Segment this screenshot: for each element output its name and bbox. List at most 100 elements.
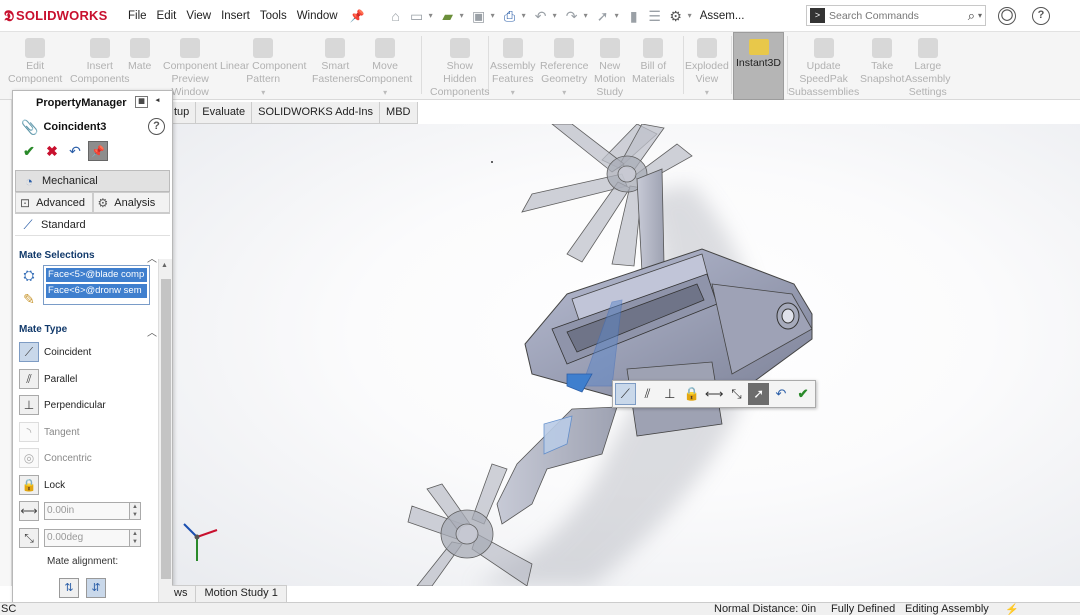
tab-advanced-mates[interactable]: ⊡ Advanced	[15, 192, 93, 213]
aligned-icon[interactable]: ⇅	[59, 578, 79, 598]
ribbon-linear-component-pattern-button[interactable]: Linear Component Pattern ▾	[220, 34, 306, 99]
selection-item[interactable]: Face<5>@blade comp	[46, 268, 147, 282]
chevron-down-icon[interactable]: ▾	[553, 11, 557, 20]
chevron-down-icon[interactable]: ▾	[978, 11, 982, 20]
mate-tangent-button[interactable]: ◝ Tangent	[19, 421, 159, 443]
select-arrow-icon[interactable]: ➚	[594, 7, 612, 25]
tab-mechanical-mates[interactable]: ◔ Mechanical	[15, 170, 170, 192]
ribbon-take-snapshot-button[interactable]: Take Snapshot	[860, 34, 904, 86]
spin-arrows-icon[interactable]: ▲ ▼	[129, 502, 141, 520]
instant3d-button[interactable]: Instant3D	[733, 32, 784, 100]
chevron-down-icon[interactable]: ▾	[540, 86, 588, 99]
help-icon[interactable]: ?	[148, 118, 165, 135]
menu-file[interactable]: File	[128, 10, 147, 22]
ribbon-edit-component-button[interactable]: Edit Component	[8, 34, 62, 86]
pm-scrollbar[interactable]: ▲	[158, 259, 172, 614]
ok-check-button[interactable]: ✔	[19, 141, 39, 161]
drone-assembly-model[interactable]	[172, 124, 1080, 586]
save-icon[interactable]: ▣	[470, 7, 488, 25]
ribbon-bill-of-materials-button[interactable]: Bill of Materials	[632, 34, 675, 86]
popup-distance-icon[interactable]: ⟷	[704, 383, 725, 405]
menu-tools[interactable]: Tools	[260, 10, 287, 22]
open-folder-icon[interactable]: ▰	[439, 7, 457, 25]
tab-motion-study-1[interactable]: Motion Study 1	[196, 586, 287, 602]
tab-standard-mates[interactable]: ⟋ Standard	[15, 214, 170, 236]
chevron-down-icon[interactable]: ▾	[358, 86, 412, 99]
ribbon-mate-button[interactable]: Mate	[128, 34, 151, 73]
rebuild-icon[interactable]: ▮	[625, 7, 643, 25]
menu-insert[interactable]: Insert	[221, 10, 250, 22]
chevron-down-icon[interactable]: ▾	[688, 11, 692, 20]
ribbon-show-hidden-button[interactable]: Show Hidden Components	[430, 34, 490, 99]
undo-button[interactable]: ↶	[65, 141, 85, 161]
menu-edit[interactable]: Edit	[157, 10, 177, 22]
tab-mbd[interactable]: MBD	[380, 102, 418, 124]
chevron-down-icon[interactable]: ▾	[584, 11, 588, 20]
cancel-x-button[interactable]: ✖	[42, 141, 62, 161]
redo-icon[interactable]: ↷	[563, 7, 581, 25]
pin-menu-icon[interactable]: 📌	[350, 9, 365, 23]
search-commands-box[interactable]: > Search Commands ⌕ ▾	[806, 5, 986, 26]
mate-parallel-button[interactable]: ⫽ Parallel	[19, 368, 159, 390]
print-icon[interactable]: ⎙	[501, 7, 519, 25]
help-icon[interactable]: ?	[1032, 7, 1050, 25]
scroll-up-icon[interactable]: ▲	[161, 262, 168, 269]
undo-icon[interactable]: ↶	[532, 7, 550, 25]
mate-concentric-button[interactable]: ◎ Concentric	[19, 447, 159, 469]
rebuild-status-icon[interactable]: ⚡	[1005, 603, 1019, 615]
distance-icon[interactable]: ⟷	[19, 501, 39, 521]
pm-tile-icon[interactable]: ▦	[135, 96, 148, 108]
chevron-down-icon[interactable]: ▾	[460, 11, 464, 20]
mate-selections-header[interactable]: Mate Selections ︿	[19, 250, 157, 265]
search-input[interactable]: Search Commands	[829, 10, 968, 22]
chevron-down-icon[interactable]: ▾	[615, 11, 619, 20]
popup-undo-icon[interactable]: ↶	[771, 383, 792, 405]
solidworks-logo[interactable]: 𝕯 SOLIDWORKS	[4, 7, 128, 25]
graphics-area[interactable]: ⌕ ⌕ ◢ ▥ A ⬚ ◆ ▾ ◉ ● ◕ ▾ ▭ ▾	[172, 124, 1080, 586]
pm-arrow-icon[interactable]: ◂	[151, 96, 164, 108]
anti-aligned-icon[interactable]: ⇵	[86, 578, 106, 598]
popup-perpendicular-icon[interactable]: ⊥	[659, 383, 680, 405]
mate-type-header[interactable]: Mate Type ︿	[19, 324, 157, 339]
ribbon-new-motion-button[interactable]: New Motion Study	[594, 34, 626, 99]
angle-icon[interactable]: ⤡	[19, 528, 39, 548]
options-gear-icon[interactable]: ⚙	[667, 7, 685, 25]
keep-visible-pushpin-button[interactable]: 📌	[88, 141, 108, 161]
ribbon-exploded-view-button[interactable]: Exploded View ▾	[685, 34, 729, 99]
collapse-chevron-icon[interactable]: ︿	[147, 250, 157, 265]
mate-coincident-button[interactable]: ⟋ Coincident	[19, 341, 159, 363]
chevron-down-icon[interactable]: ▾	[491, 11, 495, 20]
chevron-down-icon[interactable]: ▾	[220, 86, 306, 99]
tab-analysis[interactable]: ⚙ Analysis	[92, 192, 170, 213]
ribbon-large-assembly-button[interactable]: Large Assembly Settings	[905, 34, 951, 99]
angle-field[interactable]: 0.00deg ▲ ▼	[44, 529, 141, 547]
mate-perpendicular-button[interactable]: ⊥ Perpendicular	[19, 394, 159, 416]
spin-arrows-icon[interactable]: ▲ ▼	[129, 529, 141, 547]
menu-view[interactable]: View	[186, 10, 211, 22]
home-icon[interactable]: ⌂	[387, 7, 405, 25]
ribbon-update-speedpak-button[interactable]: Update SpeedPak Subassemblies	[788, 34, 859, 99]
chevron-down-icon[interactable]: ▾	[522, 11, 526, 20]
popup-ok-icon[interactable]: ✔	[793, 383, 814, 405]
selection-item[interactable]: Face<6>@dronw sem	[46, 284, 147, 298]
new-document-icon[interactable]: ▭	[408, 7, 426, 25]
popup-lock-icon[interactable]: 🔒	[682, 383, 703, 405]
ribbon-assembly-features-button[interactable]: Assembly Features ▾	[490, 34, 536, 99]
ribbon-insert-components-button[interactable]: Insert Components	[70, 34, 130, 86]
popup-angle-icon[interactable]: ⤡	[726, 383, 747, 405]
ribbon-smart-fasteners-button[interactable]: Smart Fasteners	[312, 34, 359, 86]
file-properties-icon[interactable]: ☰	[646, 7, 664, 25]
scrollbar-thumb[interactable]	[161, 279, 171, 579]
search-icon[interactable]: ⌕	[968, 8, 975, 24]
distance-field[interactable]: 0.00in ▲ ▼	[44, 502, 141, 520]
mate-lock-button[interactable]: 🔒 Lock	[19, 474, 159, 496]
tab-views[interactable]: ws	[172, 586, 197, 602]
ribbon-move-component-button[interactable]: Move Component ▾	[358, 34, 412, 99]
ribbon-reference-geometry-button[interactable]: Reference Geometry ▾	[540, 34, 588, 99]
collapse-chevron-icon[interactable]: ︿	[147, 324, 157, 339]
chevron-down-icon[interactable]: ▾	[685, 86, 729, 99]
tab-solidworks-addins[interactable]: SOLIDWORKS Add-Ins	[252, 102, 381, 124]
multiple-mate-mode-icon[interactable]: ✎	[19, 289, 39, 309]
popup-flip-alignment-icon[interactable]: ➚	[748, 383, 770, 405]
popup-coincident-icon[interactable]: ⟋	[615, 383, 636, 405]
